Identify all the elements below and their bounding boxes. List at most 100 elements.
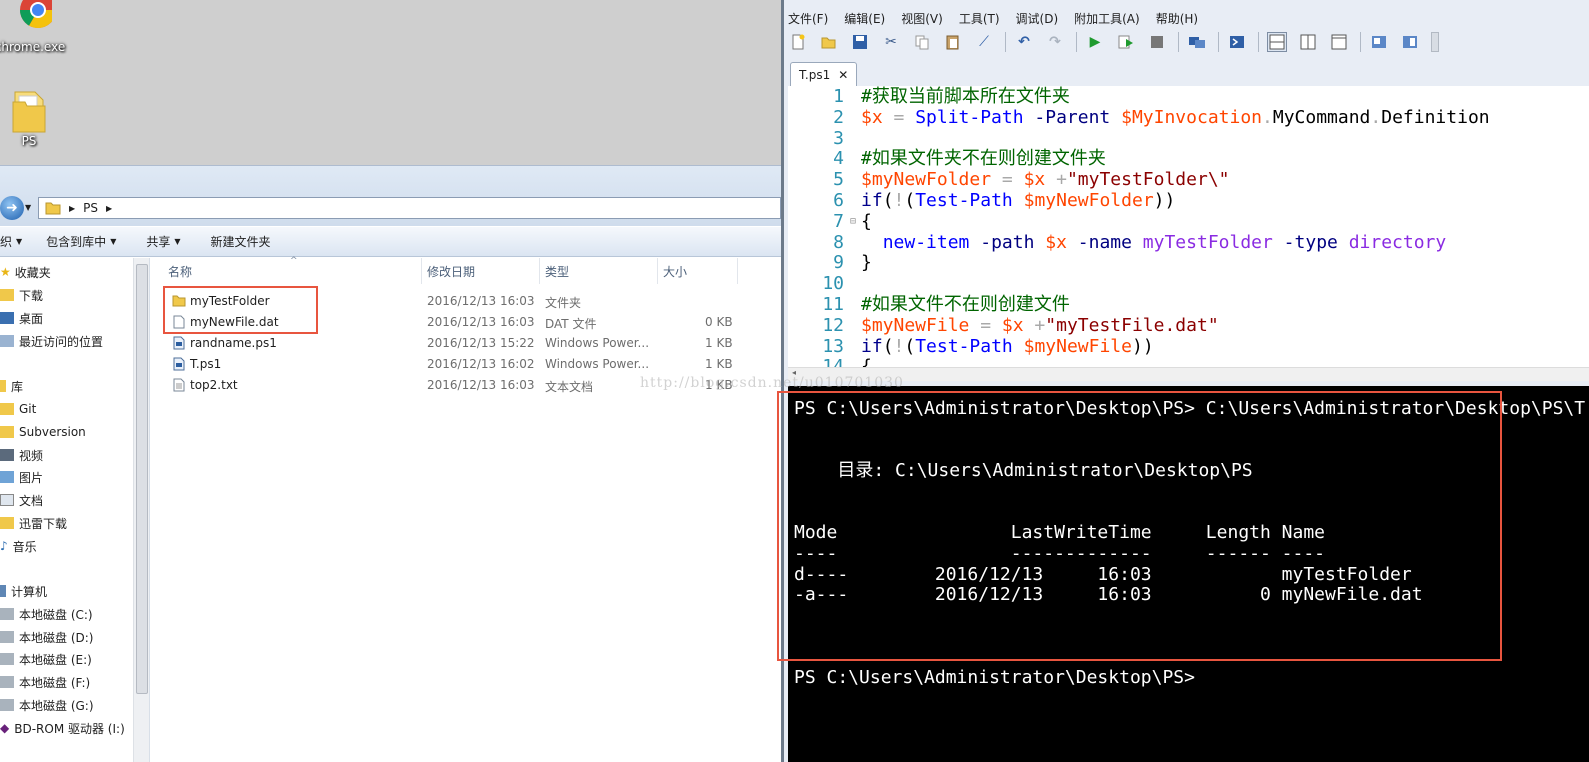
- code-line[interactable]: 5 $myNewFolder = $x +"myTestFolder\": [788, 169, 1589, 190]
- menu-tools[interactable]: 工具(T): [959, 10, 1000, 27]
- file-row[interactable]: myTestFolder 2016/12/13 16:03 文件夹: [168, 291, 768, 312]
- save-button[interactable]: [850, 32, 870, 52]
- desktop-icon-chrome[interactable]: chrome.exe: [0, 0, 65, 54]
- column-header-name[interactable]: 名称: [168, 258, 422, 284]
- cut-button[interactable]: ✂: [881, 32, 901, 52]
- code-line[interactable]: 12 $myNewFile = $x +"myTestFile.dat": [788, 315, 1589, 336]
- redo-button[interactable]: ↷: [1045, 32, 1065, 52]
- code-token: .: [1370, 106, 1382, 128]
- tab-t-ps1[interactable]: T.ps1 ✕: [790, 62, 857, 86]
- share-button[interactable]: 共享 ▼: [146, 233, 180, 250]
- code-line[interactable]: 10: [788, 273, 1589, 294]
- column-label: 修改日期: [427, 264, 476, 279]
- code-line[interactable]: 11 #如果文件不在则创建文件: [788, 294, 1589, 315]
- show-command-button[interactable]: [1400, 32, 1420, 52]
- code-token: =: [969, 314, 1002, 336]
- nav-item-desktop[interactable]: 桌面: [0, 308, 43, 328]
- nav-libraries[interactable]: 库: [0, 376, 23, 396]
- layout-top-button[interactable]: [1267, 32, 1287, 52]
- nav-scrollbar-thumb[interactable]: [136, 264, 148, 694]
- menu-edit[interactable]: 编辑(E): [844, 10, 885, 27]
- layout-max-button[interactable]: [1329, 32, 1349, 52]
- nav-item-bd-rom[interactable]: ◆ BD-ROM 驱动器 (I:): [0, 718, 125, 738]
- nav-label: BD-ROM 驱动器 (I:): [14, 721, 125, 736]
- code-line[interactable]: 6 if(!(Test-Path $myNewFolder)): [788, 190, 1589, 211]
- code-line[interactable]: 3: [788, 128, 1589, 149]
- menu-view[interactable]: 视图(V): [901, 10, 943, 27]
- column-header-type[interactable]: 类型: [540, 258, 658, 284]
- code-line[interactable]: 4 #如果文件夹不在则创建文件夹: [788, 148, 1589, 169]
- editor-horizontal-scrollbar[interactable]: ◂: [788, 367, 1589, 381]
- code-line[interactable]: 8 new-item -path $x -name myTestFolder -…: [788, 232, 1589, 253]
- code-line[interactable]: 1 #获取当前脚本所在文件夹: [788, 86, 1589, 107]
- nav-item-drive-f[interactable]: 本地磁盘 (F:): [0, 672, 90, 692]
- script-icon: [173, 336, 185, 350]
- undo-button[interactable]: ↶: [1014, 32, 1034, 52]
- nav-item-git[interactable]: Git: [0, 399, 36, 419]
- nav-item-music[interactable]: ♪ 音乐: [0, 536, 37, 556]
- collapse-icon[interactable]: ⊟: [850, 211, 856, 232]
- code-line[interactable]: 13 if(!(Test-Path $myNewFile)): [788, 336, 1589, 357]
- close-icon[interactable]: ✕: [838, 68, 848, 82]
- code-line[interactable]: 9}: [788, 252, 1589, 273]
- remote-powershell-button[interactable]: [1187, 32, 1207, 52]
- column-header-size[interactable]: 大小: [658, 258, 738, 284]
- script-editor[interactable]: 1 #获取当前脚本所在文件夹 2 $x = Split-Path -Parent $M…: [788, 86, 1589, 367]
- nav-item-recent[interactable]: 最近访问的位置: [0, 331, 103, 351]
- file-row[interactable]: T.ps1 2016/12/13 16:02 Windows Power... …: [168, 354, 768, 375]
- menu-file[interactable]: 文件(F): [788, 10, 828, 27]
- toolbar-overflow[interactable]: [1431, 32, 1439, 52]
- code-line[interactable]: 14 {: [788, 356, 1589, 367]
- column-header-modified[interactable]: 修改日期: [422, 258, 540, 284]
- stop-button[interactable]: [1147, 32, 1167, 52]
- new-file-button[interactable]: [788, 32, 808, 52]
- run-selection-button[interactable]: [1116, 32, 1136, 52]
- menu-debug[interactable]: 调试(D): [1016, 10, 1059, 27]
- breadcrumb-separator-icon[interactable]: ▶: [106, 204, 112, 213]
- file-row[interactable]: randname.ps1 2016/12/13 15:22 Windows Po…: [168, 333, 768, 354]
- start-powershell-button[interactable]: [1227, 32, 1247, 52]
- code-token: "myTestFile.dat": [1045, 314, 1219, 336]
- paste-button[interactable]: [943, 32, 963, 52]
- run-button[interactable]: ▶: [1085, 32, 1105, 52]
- library-folder-icon: [0, 403, 14, 415]
- back-button[interactable]: ➜: [0, 196, 24, 220]
- new-folder-button[interactable]: 新建文件夹: [211, 233, 271, 250]
- menu-addons[interactable]: 附加工具(A): [1074, 10, 1140, 27]
- nav-item-drive-g[interactable]: 本地磁盘 (G:): [0, 695, 94, 715]
- file-row[interactable]: myNewFile.dat 2016/12/13 16:03 DAT 文件 0 …: [168, 312, 768, 333]
- console-pane[interactable]: PS C:\Users\Administrator\Desktop\PS> C:…: [788, 386, 1589, 762]
- address-box[interactable]: ▶ PS ▶: [38, 197, 781, 219]
- code-line[interactable]: 2 $x = Split-Path -Parent $MyInvocation.M…: [788, 107, 1589, 128]
- clear-button[interactable]: ⟋: [974, 32, 994, 52]
- nav-item-thunder-downloads[interactable]: 迅雷下载: [0, 513, 67, 533]
- code-line[interactable]: 7 ⊟{: [788, 211, 1589, 232]
- show-script-button[interactable]: [1369, 32, 1389, 52]
- line-number: 2: [833, 106, 844, 128]
- breadcrumb-ps[interactable]: PS: [83, 201, 98, 215]
- open-button[interactable]: [819, 32, 839, 52]
- nav-item-drive-e[interactable]: 本地磁盘 (E:): [0, 649, 92, 669]
- include-in-library-button[interactable]: 包含到库中 ▼: [46, 233, 116, 250]
- nav-item-videos[interactable]: 视频: [0, 445, 43, 465]
- history-dropdown-icon[interactable]: ▼: [25, 203, 31, 212]
- desktop-icon-ps-folder[interactable]: PS: [4, 88, 54, 148]
- code-token: +: [1045, 169, 1067, 191]
- nav-item-downloads[interactable]: 下载: [0, 285, 43, 305]
- nav-item-drive-c[interactable]: 本地磁盘 (C:): [0, 604, 93, 624]
- nav-computer[interactable]: 计算机: [0, 581, 47, 601]
- nav-item-subversion[interactable]: Subversion: [0, 422, 86, 442]
- organize-button[interactable]: 织 ▼: [0, 233, 22, 250]
- menu-help[interactable]: 帮助(H): [1156, 10, 1198, 27]
- nav-item-pictures[interactable]: 图片: [0, 467, 43, 487]
- nav-favorites[interactable]: ★ 收藏夹: [0, 262, 51, 282]
- nav-scrollbar[interactable]: [133, 258, 149, 762]
- open-folder-icon: [821, 37, 836, 49]
- nav-item-documents[interactable]: 文档: [0, 490, 43, 510]
- text-file-icon: [173, 378, 185, 392]
- powershell-icon: [1230, 36, 1244, 48]
- layout-right-button[interactable]: [1298, 32, 1318, 52]
- code-token: #获取当前脚本所在文件夹: [861, 86, 1070, 107]
- copy-button[interactable]: [912, 32, 932, 52]
- nav-item-drive-d[interactable]: 本地磁盘 (D:): [0, 627, 93, 647]
